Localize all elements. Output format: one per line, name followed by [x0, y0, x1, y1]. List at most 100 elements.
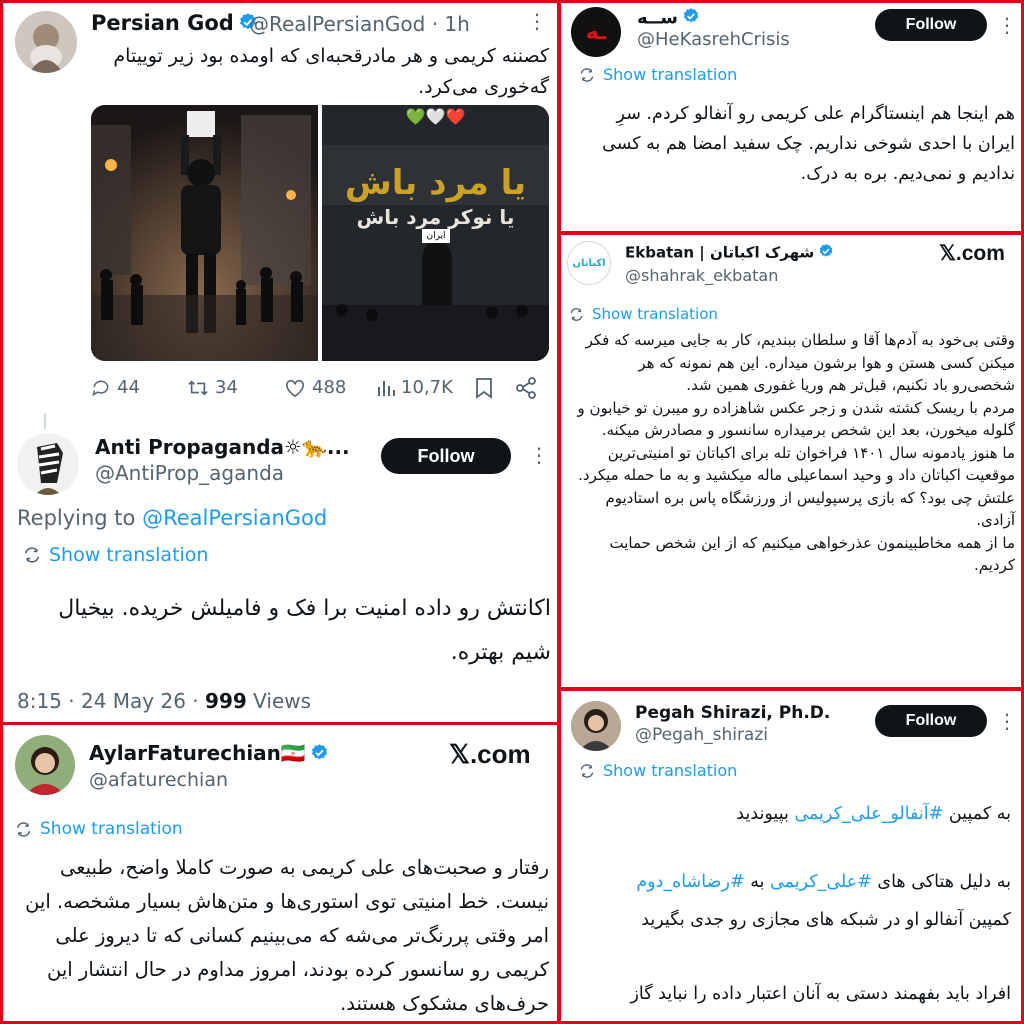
- show-translation-link[interactable]: Show translation: [579, 761, 737, 780]
- like-count: 488: [312, 377, 347, 398]
- paragraph: مردم با ریسک کشته شدن و زجر عکس شاهزاده …: [577, 398, 1015, 440]
- retweet-count: 34: [215, 377, 238, 398]
- reply-count: 44: [117, 377, 140, 398]
- paragraph: ما هنوز یادمونه سال ۱۴۰۱ فراخوان تله برا…: [578, 443, 1015, 530]
- paragraph: وقتی بی‌خود به آدم‌ها آقا و سلطان ببندیم…: [585, 331, 1015, 394]
- avatar-text: ـه: [585, 19, 607, 45]
- avatar[interactable]: اکباتان: [567, 241, 611, 285]
- show-translation-label[interactable]: Show translation: [49, 544, 208, 566]
- verified-badge-icon: [310, 743, 329, 767]
- hashtag-link[interactable]: #علی_کریمی: [770, 872, 872, 892]
- tweet-line-1: به کمپین #آنفالو_علی_کریمی بپیوندید: [575, 799, 1011, 829]
- media-caption-line-1: یا مرد باش: [344, 163, 527, 203]
- media-sign: ایران: [422, 229, 450, 243]
- more-options-icon[interactable]: ⋮: [529, 445, 549, 465]
- show-translation-link[interactable]: Show translation: [15, 819, 183, 839]
- handle[interactable]: @shahrak_ekbatan: [625, 266, 778, 285]
- reply-text: اکانتش رو داده امنیت برا فک و فامیلش خری…: [58, 596, 551, 665]
- handle[interactable]: @afaturechian: [89, 769, 228, 791]
- text-segment: به دلیل هتاکی های: [871, 872, 1011, 892]
- display-name-text[interactable]: ســه: [637, 8, 678, 29]
- text-segment: بپیوندید: [736, 804, 795, 824]
- tweet-media-photo-1[interactable]: [91, 105, 318, 361]
- show-translation-label[interactable]: Show translation: [40, 819, 183, 839]
- media-caption-line-2: یا نوکر مرد باش: [356, 205, 515, 229]
- bookmark-icon[interactable]: [475, 377, 493, 403]
- replying-to: Replying to @RealPersianGod: [17, 506, 327, 530]
- more-options-icon[interactable]: ⋮: [527, 11, 547, 31]
- display-name[interactable]: Pegah Shirazi, Ph.D.: [635, 703, 830, 723]
- hashtag-link[interactable]: #رضاشاه_دوم: [636, 872, 744, 892]
- show-translation-link[interactable]: Show translation: [569, 305, 718, 323]
- views-icon: [378, 380, 395, 396]
- handle[interactable]: @RealPersianGod: [249, 12, 425, 36]
- like-button[interactable]: 488: [284, 377, 346, 398]
- tweet-line-4: افراد باید بفهمند دستی به آنان اعتبار دا…: [630, 984, 1011, 1004]
- follow-button[interactable]: Follow: [381, 438, 511, 474]
- tweet-text: وقتی بی‌خود به آدم‌ها آقا و سلطان ببندیم…: [573, 329, 1015, 577]
- text-segment: به کمپین: [943, 804, 1011, 824]
- handle[interactable]: @HeKasrehCrisis: [637, 29, 790, 50]
- display-name[interactable]: Ekbatan | شهرک اکباتان: [625, 243, 834, 263]
- timestamp[interactable]: 8:15 · 24 May 26 ·: [17, 689, 199, 713]
- translate-icon: [16, 821, 31, 837]
- follow-button[interactable]: Follow: [875, 9, 987, 41]
- handle-and-time: @RealPersianGod · 1h: [249, 12, 470, 36]
- tweet-panel-pegah: Pegah Shirazi, Ph.D. @Pegah_shirazi Foll…: [558, 688, 1024, 1024]
- reply-handle[interactable]: @AntiProp_aganda: [95, 461, 284, 485]
- retweet-button[interactable]: 34: [187, 377, 238, 398]
- more-options-icon[interactable]: ⋮: [997, 711, 1017, 731]
- tweet-text: کصننه کریمی و هر مادرقحبه‌ای که اومده بو…: [113, 45, 549, 98]
- show-translation-label[interactable]: Show translation: [603, 65, 737, 84]
- show-translation-link[interactable]: Show translation: [23, 544, 208, 566]
- show-translation-label[interactable]: Show translation: [592, 305, 718, 323]
- tweet-meta: 8:15 · 24 May 26 · 999 Views: [17, 689, 311, 713]
- display-name-text[interactable]: Persian God: [91, 11, 234, 35]
- translate-icon: [570, 307, 583, 321]
- reply-icon: [92, 380, 109, 396]
- avatar[interactable]: [571, 701, 621, 751]
- reply-button[interactable]: 44: [91, 377, 140, 398]
- tweet-panel-ekbatan: اکباتان Ekbatan | شهرک اکباتان @shahrak_…: [558, 232, 1024, 690]
- display-name[interactable]: ســه: [637, 7, 700, 30]
- text-segment: به: [744, 872, 771, 892]
- verified-badge-icon: [818, 243, 834, 263]
- reply-display-name[interactable]: Anti Propaganda☼🐆...: [95, 435, 350, 459]
- display-name[interactable]: AylarFaturechian🇮🇷: [89, 741, 329, 767]
- views-label: Views: [253, 689, 312, 713]
- more-options-icon[interactable]: ⋮: [997, 15, 1017, 35]
- tweet-line-3: کمپین آنفالو او در شبکه های مجازی رو جدی…: [641, 910, 1011, 930]
- thread-connector: [44, 413, 46, 429]
- avatar[interactable]: [15, 11, 77, 73]
- display-name-text[interactable]: AylarFaturechian🇮🇷: [89, 741, 306, 765]
- retweet-icon: [188, 379, 208, 396]
- x-com-logo: 𝕏.com: [939, 242, 1005, 265]
- tweet-panel-aylar: AylarFaturechian🇮🇷 @afaturechian 𝕏.com S…: [0, 722, 560, 1024]
- views-count: 10,7K: [401, 377, 453, 398]
- show-translation-link[interactable]: Show translation: [579, 65, 737, 84]
- views-button[interactable]: 10,7K: [377, 377, 453, 398]
- verified-badge-icon: [682, 7, 700, 30]
- replying-to-label: Replying to: [17, 506, 136, 530]
- hashtag-link[interactable]: #آنفالو_علی_کریمی: [794, 804, 943, 824]
- display-name[interactable]: Persian God: [91, 11, 258, 37]
- avatar-text: اکباتان: [572, 257, 606, 269]
- show-translation-label[interactable]: Show translation: [603, 761, 737, 780]
- follow-button[interactable]: Follow: [875, 705, 987, 737]
- avatar[interactable]: ـه: [571, 7, 621, 57]
- translate-icon: [580, 67, 594, 82]
- replying-to-link[interactable]: @RealPersianGod: [142, 506, 327, 530]
- avatar[interactable]: [15, 735, 75, 795]
- heart-icon: [286, 379, 304, 397]
- avatar[interactable]: [17, 433, 79, 495]
- tweet-line-2: به دلیل هتاکی های #علی_کریمی به #رضاشاه_…: [575, 867, 1011, 897]
- timestamp[interactable]: · 1h: [432, 12, 470, 36]
- tweet-panel-persian-god: Persian God @RealPersianGod · 1h ⋮ کصننه…: [0, 0, 560, 726]
- share-icon[interactable]: [515, 377, 537, 403]
- handle[interactable]: @Pegah_shirazi: [635, 725, 768, 745]
- tweet-text: هم اینجا هم اینستاگرام علی کریمی رو آنفا…: [602, 104, 1015, 184]
- display-name-text[interactable]: Ekbatan | شهرک اکباتان: [625, 244, 814, 262]
- translate-icon: [580, 763, 594, 778]
- tweet-media-photo-2[interactable]: 💚🤍❤️ یا مرد باش یا نوکر مرد باش ایران: [322, 105, 549, 361]
- paragraph: ما از همه مخاطبینمون عذرخواهی میکنیم که …: [609, 533, 1015, 575]
